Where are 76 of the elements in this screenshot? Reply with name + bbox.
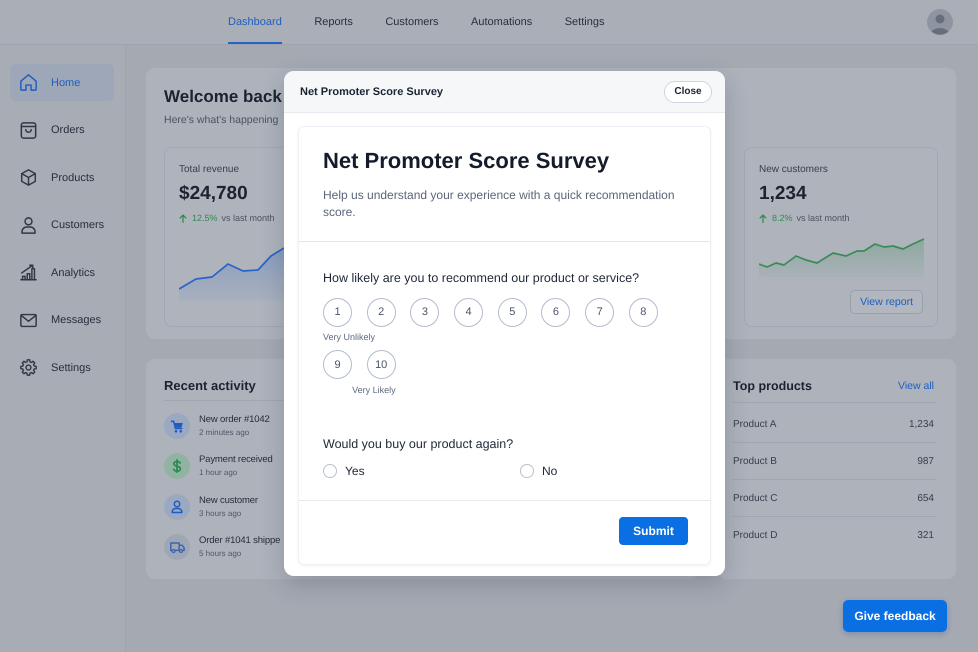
nav-tab[interactable]: Settings — [564, 0, 604, 44]
survey-description: Help us understand your experience with a quick recommendation score. — [323, 186, 676, 220]
submit-button[interactable]: Submit — [619, 517, 688, 545]
nav-tab[interactable]: Customers — [385, 0, 439, 44]
product-value: 1,234 — [908, 418, 934, 430]
nav-tab[interactable]: Reports — [314, 0, 353, 44]
radio-label[interactable]: No — [542, 464, 558, 478]
section-title: Recent activity — [164, 378, 256, 394]
scale-option[interactable]: 1 — [323, 298, 352, 326]
sidebar-item[interactable]: Analytics — [10, 254, 114, 291]
home-icon — [20, 74, 37, 91]
scale-high-label: Very Likely — [352, 385, 396, 396]
sidebar-item[interactable]: Messages — [10, 302, 114, 338]
product-name: Product D — [733, 530, 778, 541]
section-title: Top products — [733, 379, 812, 393]
welcome-title: Welcome back — [164, 86, 282, 108]
cube-icon — [20, 169, 37, 186]
stat-value: $24,780 — [179, 182, 248, 206]
person-icon — [164, 494, 190, 520]
bag-icon — [20, 122, 37, 138]
sidebar-item[interactable]: Orders — [10, 112, 114, 148]
feedback-button[interactable]: Give feedback — [843, 600, 947, 632]
nav-tab[interactable]: Automations — [471, 0, 532, 44]
activity-time: 2 minutes ago — [199, 427, 250, 438]
scale-option[interactable]: 3 — [410, 298, 440, 326]
radio-label[interactable]: Yes — [345, 464, 365, 478]
change-percent: 12.5% — [192, 212, 218, 225]
activity-title: Payment received — [199, 453, 273, 466]
bar-chart-icon — [20, 264, 37, 281]
change-note: vs last month — [222, 212, 275, 225]
avatar-icon[interactable] — [927, 9, 953, 35]
activity-time: 1 hour ago — [199, 467, 238, 478]
product-name: Product A — [733, 418, 776, 430]
question-text: Would you buy our product again? — [323, 436, 514, 452]
gear-icon — [20, 359, 37, 376]
sidebar-item[interactable]: Settings — [10, 349, 114, 386]
mail-icon — [20, 312, 37, 328]
question-text: How likely are you to recommend our product or service? — [323, 270, 640, 286]
truck-icon — [164, 534, 190, 560]
product-name: Product C — [733, 492, 778, 504]
stat-label: New customers — [759, 163, 828, 176]
activity-time: 3 hours ago — [199, 508, 242, 519]
scale-option[interactable]: 8 — [628, 298, 658, 326]
person-icon — [20, 216, 37, 234]
sidebar-item[interactable]: Customers — [10, 206, 114, 244]
dollar-icon — [164, 453, 190, 480]
scale-option[interactable]: 5 — [498, 298, 527, 326]
sidebar-item[interactable]: Products — [10, 159, 114, 196]
change-percent: 8.2% — [772, 212, 793, 225]
scale-option[interactable]: 9 — [323, 350, 352, 379]
product-value: 987 — [917, 456, 934, 466]
scale-low-label: Very Unlikely — [323, 332, 376, 343]
arrow-up-icon — [759, 214, 767, 222]
change-note: vs last month — [796, 212, 850, 225]
cart-icon — [164, 413, 190, 439]
stat-label: Total revenue — [179, 163, 240, 176]
arrow-up-icon — [179, 214, 187, 222]
scale-option[interactable]: 2 — [366, 298, 396, 326]
activity-title: New order #1042 — [199, 413, 270, 426]
scale-option[interactable]: 10 — [366, 350, 396, 379]
product-name: Product B — [733, 456, 777, 466]
activity-title: New customer — [199, 494, 258, 507]
stat-value: 1,234 — [759, 182, 807, 206]
scale-option[interactable]: 6 — [541, 298, 570, 326]
dialog-title: Net Promoter Score Survey — [300, 86, 444, 98]
activity-title: Order #1041 shippe — [199, 534, 280, 547]
radio-button[interactable] — [323, 464, 337, 478]
welcome-subtitle: Here's what's happening — [164, 113, 278, 127]
scale-option[interactable]: 7 — [585, 298, 614, 326]
product-value: 321 — [917, 530, 934, 541]
product-value: 654 — [917, 492, 934, 504]
scale-option[interactable]: 4 — [454, 298, 484, 326]
activity-time: 5 hours ago — [199, 548, 242, 559]
survey-title: Net Promoter Score Survey — [323, 148, 610, 174]
close-button[interactable]: Close — [664, 80, 712, 102]
radio-button[interactable] — [520, 464, 534, 478]
